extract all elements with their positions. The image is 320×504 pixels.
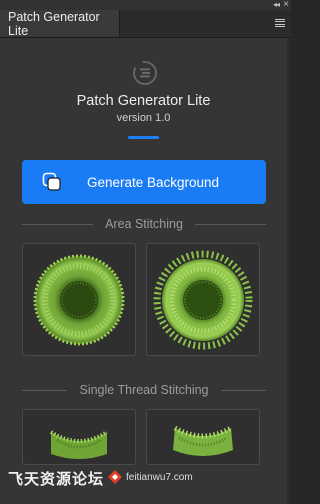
spiked-patch-thumbnail — [153, 250, 253, 350]
watermark-logo-icon — [108, 470, 122, 484]
collapse-panel-icon[interactable]: ◂◂ — [273, 0, 280, 9]
patch-tile-thread-1[interactable] — [22, 409, 136, 465]
app-logo-icon — [133, 61, 157, 85]
thread-patch-thumbnail — [49, 430, 109, 459]
tab-patch-generator[interactable]: Patch Generator Lite — [0, 10, 120, 38]
watermark-url: feitianwu7.com — [126, 472, 193, 483]
close-icon[interactable]: × — [283, 0, 289, 10]
version-label: version 1.0 — [116, 112, 171, 124]
scrollbar[interactable] — [287, 38, 291, 504]
section-label: Single Thread Stitching — [79, 383, 209, 397]
accent-underline — [128, 136, 159, 139]
layers-icon — [42, 172, 61, 191]
section-label: Area Stitching — [105, 217, 183, 231]
patch-tile-thread-2[interactable] — [146, 409, 260, 465]
watermark-text: 飞天资源论坛 — [8, 471, 105, 488]
section-single-thread-stitching: Single Thread Stitching — [22, 382, 266, 398]
panel-menu-icon[interactable] — [275, 19, 285, 27]
thread-patch-thumbnail — [173, 425, 233, 456]
round-patch-thumbnail — [33, 254, 125, 346]
section-area-stitching: Area Stitching — [22, 216, 267, 232]
patch-tile-round-2[interactable] — [146, 243, 260, 356]
app-title: Patch Generator Lite — [76, 93, 211, 109]
generate-button-label: Generate Background — [86, 174, 220, 190]
tab-bar: Patch Generator Lite — [0, 10, 291, 38]
panel-top-strip — [0, 0, 291, 10]
patch-tile-round-1[interactable] — [22, 243, 136, 356]
